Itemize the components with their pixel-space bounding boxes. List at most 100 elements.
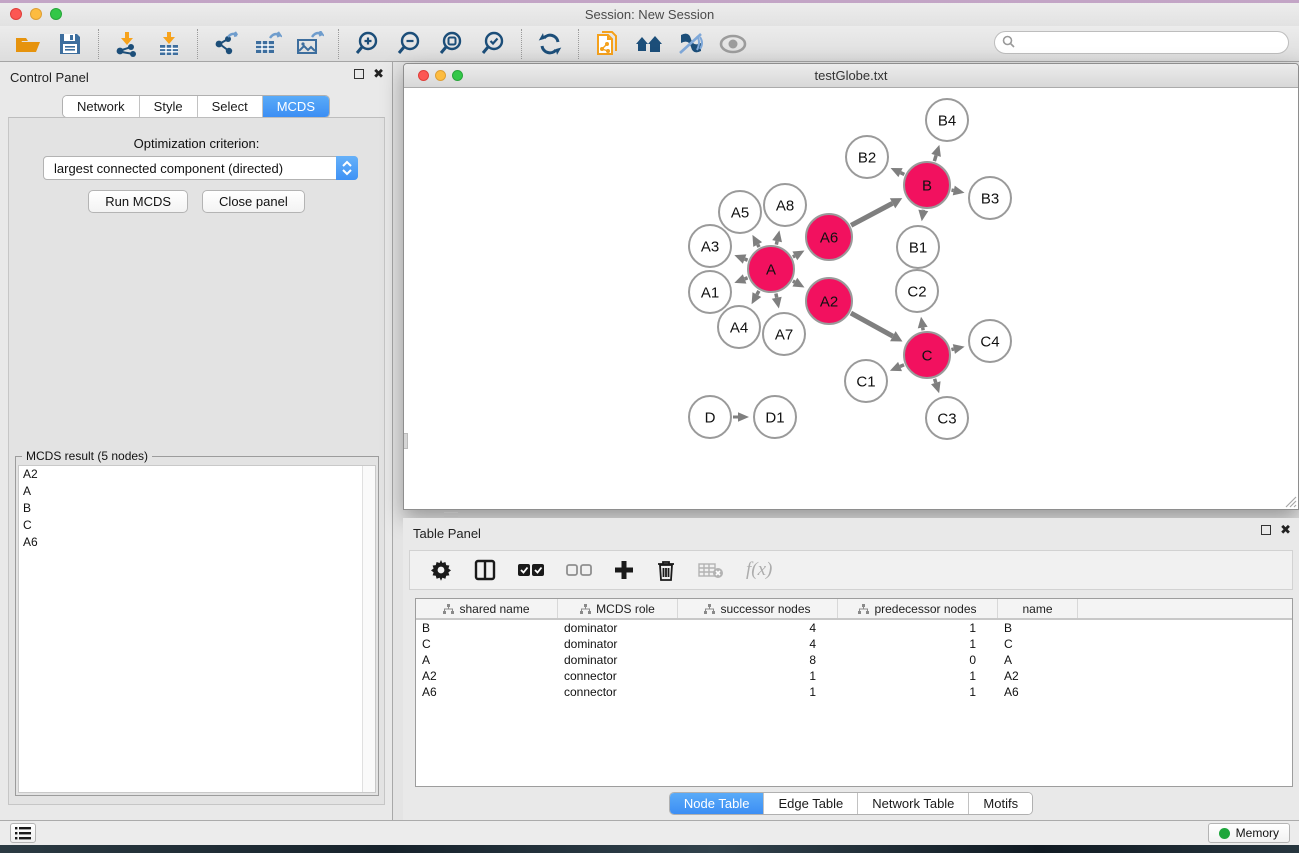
tab-edge-table[interactable]: Edge Table	[764, 793, 858, 814]
delete-table-icon[interactable]	[698, 561, 724, 579]
zoom-in-icon[interactable]	[351, 29, 383, 59]
memory-button[interactable]: Memory	[1208, 823, 1290, 843]
cell-shared-name[interactable]: A	[416, 652, 558, 668]
export-table-icon[interactable]	[252, 29, 284, 59]
zoom-fit-icon[interactable]	[435, 29, 467, 59]
new-network-from-selection-icon[interactable]	[591, 29, 623, 59]
column-header-shared-name[interactable]: shared name	[416, 599, 558, 618]
tab-node-table[interactable]: Node Table	[670, 793, 765, 814]
delete-columns-icon[interactable]	[656, 559, 676, 581]
show-column-icon[interactable]	[474, 559, 496, 581]
export-network-icon[interactable]	[210, 29, 242, 59]
graph-edge-A-A7[interactable]	[776, 294, 777, 298]
cell-successor-nodes[interactable]: 1	[678, 668, 838, 684]
cell-predecessor-nodes[interactable]: 1	[838, 668, 998, 684]
float-table-panel-icon[interactable]	[1261, 525, 1271, 535]
column-header-predecessor-nodes[interactable]: predecessor nodes	[838, 599, 998, 618]
cell-successor-nodes[interactable]: 4	[678, 620, 838, 636]
result-item[interactable]: B	[19, 500, 375, 517]
graph-edge-A-A3[interactable]	[745, 259, 748, 260]
canvas-splitter-handle[interactable]	[404, 433, 408, 449]
cell-predecessor-nodes[interactable]: 1	[838, 684, 998, 700]
cell-name[interactable]: A6	[998, 684, 1078, 700]
panel-splitter-handle[interactable]	[444, 512, 458, 517]
cell-successor-nodes[interactable]: 8	[678, 652, 838, 668]
tab-mcds[interactable]: MCDS	[263, 96, 329, 117]
export-image-icon[interactable]	[294, 29, 326, 59]
optimization-criterion-dropdown[interactable]: largest connected component (directed)	[43, 156, 358, 180]
result-item[interactable]: A6	[19, 534, 375, 551]
refresh-icon[interactable]	[534, 29, 566, 59]
column-header-mcds-role[interactable]: MCDS role	[558, 599, 678, 618]
cell-successor-nodes[interactable]: 1	[678, 684, 838, 700]
graph-edge-A-A8[interactable]	[776, 241, 777, 244]
function-builder-icon[interactable]: f(x)	[746, 559, 772, 581]
result-scrollbar[interactable]	[362, 466, 375, 792]
cell-successor-nodes[interactable]: 4	[678, 636, 838, 652]
graph-edge-B-B2[interactable]	[901, 173, 905, 175]
deselect-all-checkboxes-icon[interactable]	[566, 563, 592, 577]
mcds-result-list[interactable]: A2 A B C A6	[18, 465, 376, 793]
table-options-gear-icon[interactable]	[430, 559, 452, 581]
zoom-selected-icon[interactable]	[477, 29, 509, 59]
cell-mcds-role[interactable]: connector	[558, 684, 678, 700]
zoom-out-icon[interactable]	[393, 29, 425, 59]
table-row[interactable]: B dominator 4 1 B	[416, 620, 1292, 636]
close-window-button[interactable]	[10, 8, 22, 20]
zoom-window-button[interactable]	[50, 8, 62, 20]
search-input[interactable]	[994, 31, 1289, 54]
hide-selected-icon[interactable]	[675, 29, 707, 59]
network-window-titlebar[interactable]: testGlobe.txt	[404, 64, 1298, 88]
float-panel-icon[interactable]	[354, 69, 364, 79]
create-column-icon[interactable]	[614, 560, 634, 580]
graph-edge-A-A6[interactable]	[793, 256, 795, 257]
cell-mcds-role[interactable]: dominator	[558, 652, 678, 668]
graph-edge-C-C1[interactable]	[900, 365, 904, 367]
cell-predecessor-nodes[interactable]: 1	[838, 636, 998, 652]
result-item[interactable]: A	[19, 483, 375, 500]
window-resize-grip[interactable]	[1283, 494, 1297, 508]
first-neighbors-icon[interactable]	[633, 29, 665, 59]
import-table-icon[interactable]	[153, 29, 185, 59]
column-header-successor-nodes[interactable]: successor nodes	[678, 599, 838, 618]
import-network-icon[interactable]	[111, 29, 143, 59]
tab-motifs[interactable]: Motifs	[969, 793, 1032, 814]
table-row[interactable]: A dominator 8 0 A	[416, 652, 1292, 668]
close-table-panel-icon[interactable]: ✖	[1280, 525, 1291, 535]
cell-name[interactable]: B	[998, 620, 1078, 636]
show-all-icon[interactable]	[717, 29, 749, 59]
tab-network[interactable]: Network	[63, 96, 140, 117]
cell-predecessor-nodes[interactable]: 0	[838, 652, 998, 668]
graph-edge-A2-C[interactable]	[851, 313, 893, 336]
cell-mcds-role[interactable]: dominator	[558, 620, 678, 636]
close-panel-icon[interactable]: ✖	[373, 69, 384, 79]
graph-edge-A6-B[interactable]	[851, 203, 892, 225]
tab-network-table[interactable]: Network Table	[858, 793, 969, 814]
result-item[interactable]: C	[19, 517, 375, 534]
graph-edge-C-C3[interactable]	[935, 379, 936, 383]
tab-select[interactable]: Select	[198, 96, 263, 117]
cell-name[interactable]: A2	[998, 668, 1078, 684]
cell-name[interactable]: C	[998, 636, 1078, 652]
save-session-icon[interactable]	[54, 29, 86, 59]
graph-edge-C-C4[interactable]	[951, 349, 953, 350]
cell-shared-name[interactable]: B	[416, 620, 558, 636]
graph-edge-A-A1[interactable]	[745, 278, 748, 279]
tab-style[interactable]: Style	[140, 96, 198, 117]
cell-shared-name[interactable]: C	[416, 636, 558, 652]
network-canvas[interactable]: AA1A2A3A4A5A6A7A8BB1B2B3B4CC1C2C3C4DD1	[404, 88, 1298, 509]
graph-edge-A-A2[interactable]	[793, 281, 795, 282]
graph-edge-A-A5[interactable]	[758, 245, 759, 248]
open-file-icon[interactable]	[12, 29, 44, 59]
graph-edge-B-B4[interactable]	[934, 155, 936, 161]
node-table[interactable]: shared name MCDS role successor nodes pr…	[415, 598, 1293, 787]
column-header-name[interactable]: name	[998, 599, 1078, 618]
cell-name[interactable]: A	[998, 652, 1078, 668]
close-panel-button[interactable]: Close panel	[202, 190, 305, 213]
table-row[interactable]: A6 connector 1 1 A6	[416, 684, 1292, 700]
cell-shared-name[interactable]: A2	[416, 668, 558, 684]
table-row[interactable]: C dominator 4 1 C	[416, 636, 1292, 652]
result-item[interactable]: A2	[19, 466, 375, 483]
select-all-checkboxes-icon[interactable]	[518, 563, 544, 577]
graph-edge-A-A4[interactable]	[757, 291, 759, 295]
